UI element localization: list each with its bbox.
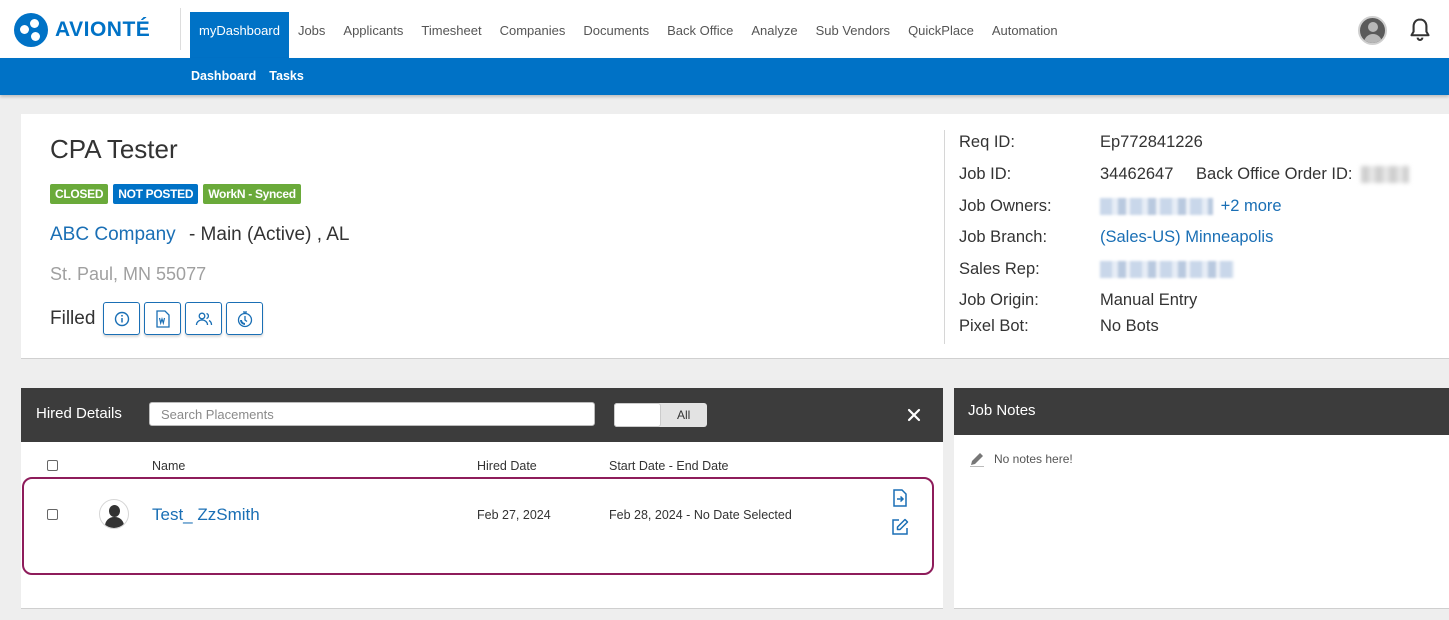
back-office-order-redacted xyxy=(1361,166,1410,184)
notification-bell-icon[interactable] xyxy=(1406,16,1434,44)
pixel-bot-value: No Bots xyxy=(1100,317,1159,335)
closed-badge: CLOSED xyxy=(50,184,109,204)
hired-details-header: Hired Details All xyxy=(21,388,943,442)
nav-item-analyze[interactable]: Analyze xyxy=(742,12,806,58)
word-document-icon xyxy=(156,309,170,328)
user-avatar[interactable] xyxy=(1358,16,1387,45)
top-navigation-bar: AVIONTÉ myDashboard Jobs Applicants Time… xyxy=(0,0,1449,58)
nav-item-mydashboard[interactable]: myDashboard xyxy=(190,12,289,58)
job-origin-value: Manual Entry xyxy=(1100,291,1198,309)
start-date: Feb 28, 2024 xyxy=(609,508,683,522)
placement-filter-toggle[interactable]: All xyxy=(614,403,707,427)
nav-item-sub-vendors[interactable]: Sub Vendors xyxy=(807,12,899,58)
job-branch-label: Job Branch: xyxy=(959,228,1048,246)
job-notes-title: Job Notes xyxy=(968,402,1036,419)
back-office-order-label: Back Office Order ID: xyxy=(1196,165,1353,183)
sales-rep-label: Sales Rep: xyxy=(959,260,1040,278)
sub-nav: Dashboard Tasks xyxy=(191,69,304,83)
subnav-item-tasks[interactable]: Tasks xyxy=(269,69,304,83)
notes-empty-state: No notes here! xyxy=(968,450,1073,468)
sales-rep-redacted xyxy=(1100,261,1234,279)
job-notes-header: Job Notes xyxy=(954,388,1449,435)
hired-date-cell: Feb 27, 2024 xyxy=(477,508,551,522)
edit-icon[interactable] xyxy=(890,517,910,537)
timer-button[interactable] xyxy=(226,302,264,335)
brand-name: AVIONTÉ xyxy=(55,18,151,41)
nav-item-applicants[interactable]: Applicants xyxy=(334,12,412,58)
users-button[interactable] xyxy=(185,302,223,335)
company-row: ABC Company - Main (Active) , AL xyxy=(50,224,349,246)
job-title: CPA Tester xyxy=(50,134,178,164)
applicant-avatar-icon xyxy=(99,499,129,529)
notes-empty-text: No notes here! xyxy=(994,452,1073,466)
info-icon xyxy=(114,311,130,326)
column-header-hired-date[interactable]: Hired Date xyxy=(477,459,537,473)
job-owners-label: Job Owners: xyxy=(959,197,1052,215)
search-placements-input[interactable] xyxy=(149,402,595,426)
status-badges: CLOSED NOT POSTED WorkN - Synced xyxy=(50,184,301,204)
job-owners-more-link[interactable]: +2 more xyxy=(1221,197,1282,215)
hired-details-panel: Hired Details All Name Hired Date Start … xyxy=(21,388,943,609)
logo-mark-icon xyxy=(14,13,48,47)
job-id-label: Job ID: xyxy=(959,165,1012,183)
close-icon[interactable] xyxy=(905,406,923,424)
nav-item-timesheet[interactable]: Timesheet xyxy=(412,12,490,58)
dates-cell: Feb 28, 2024 - No Date Selected xyxy=(609,508,792,522)
sales-rep-row xyxy=(1100,260,1234,279)
job-branch-link[interactable]: (Sales-US) Minneapolis xyxy=(1100,228,1273,247)
job-owners-row: +2 more xyxy=(1100,197,1282,216)
nav-item-automation[interactable]: Automation xyxy=(983,12,1067,58)
nav-item-jobs[interactable]: Jobs xyxy=(289,12,334,58)
date-separator: - xyxy=(686,508,691,522)
company-detail: - Main (Active) , AL xyxy=(188,224,350,245)
job-owners-redacted xyxy=(1100,198,1213,216)
job-status: Filled xyxy=(50,307,96,329)
workn-synced-badge: WorkN - Synced xyxy=(203,184,301,204)
table-row-highlight xyxy=(22,477,934,575)
select-all-checkbox[interactable] xyxy=(47,460,58,471)
brand-logo[interactable]: AVIONTÉ xyxy=(14,13,150,47)
pixel-bot-label: Pixel Bot: xyxy=(959,317,1029,335)
req-id-label: Req ID: xyxy=(959,133,1015,151)
hired-details-title: Hired Details xyxy=(36,405,122,422)
row-checkbox[interactable] xyxy=(47,509,58,520)
subnav-item-dashboard[interactable]: Dashboard xyxy=(191,69,256,83)
toggle-knob xyxy=(614,403,661,427)
info-button[interactable] xyxy=(103,302,141,335)
end-date: No Date Selected xyxy=(693,508,792,522)
nav-item-back-office[interactable]: Back Office xyxy=(658,12,742,58)
nav-item-quickplace[interactable]: QuickPlace xyxy=(899,12,983,58)
main-nav: myDashboard Jobs Applicants Timesheet Co… xyxy=(190,12,1067,58)
nav-item-companies[interactable]: Companies xyxy=(491,12,575,58)
column-header-name[interactable]: Name xyxy=(152,459,185,473)
sub-navigation-bar: Dashboard Tasks xyxy=(0,58,1449,95)
job-id-value: 34462647 xyxy=(1100,165,1174,183)
column-header-dates[interactable]: Start Date - End Date xyxy=(609,459,729,473)
status-row: Filled xyxy=(50,302,267,335)
timer-icon xyxy=(237,310,253,327)
not-posted-badge: NOT POSTED xyxy=(113,184,199,204)
nav-divider xyxy=(180,8,181,50)
card-divider xyxy=(944,130,945,344)
company-link[interactable]: ABC Company xyxy=(50,224,176,245)
job-summary-card: CPA Tester CLOSED NOT POSTED WorkN - Syn… xyxy=(21,114,1449,359)
nav-item-documents[interactable]: Documents xyxy=(574,12,658,58)
job-address: St. Paul, MN 55077 xyxy=(50,264,207,284)
word-document-button[interactable] xyxy=(144,302,182,335)
pencil-icon xyxy=(970,453,984,467)
job-id-row: 34462647 Back Office Order ID: xyxy=(1100,165,1410,184)
document-export-icon[interactable] xyxy=(890,488,910,508)
users-icon xyxy=(195,312,213,325)
job-origin-label: Job Origin: xyxy=(959,291,1039,309)
job-notes-panel: Job Notes No notes here! xyxy=(954,388,1449,609)
req-id-value: Ep772841226 xyxy=(1100,133,1203,151)
applicant-name-link[interactable]: Test_ ZzSmith xyxy=(152,505,260,525)
toggle-label: All xyxy=(677,408,691,422)
